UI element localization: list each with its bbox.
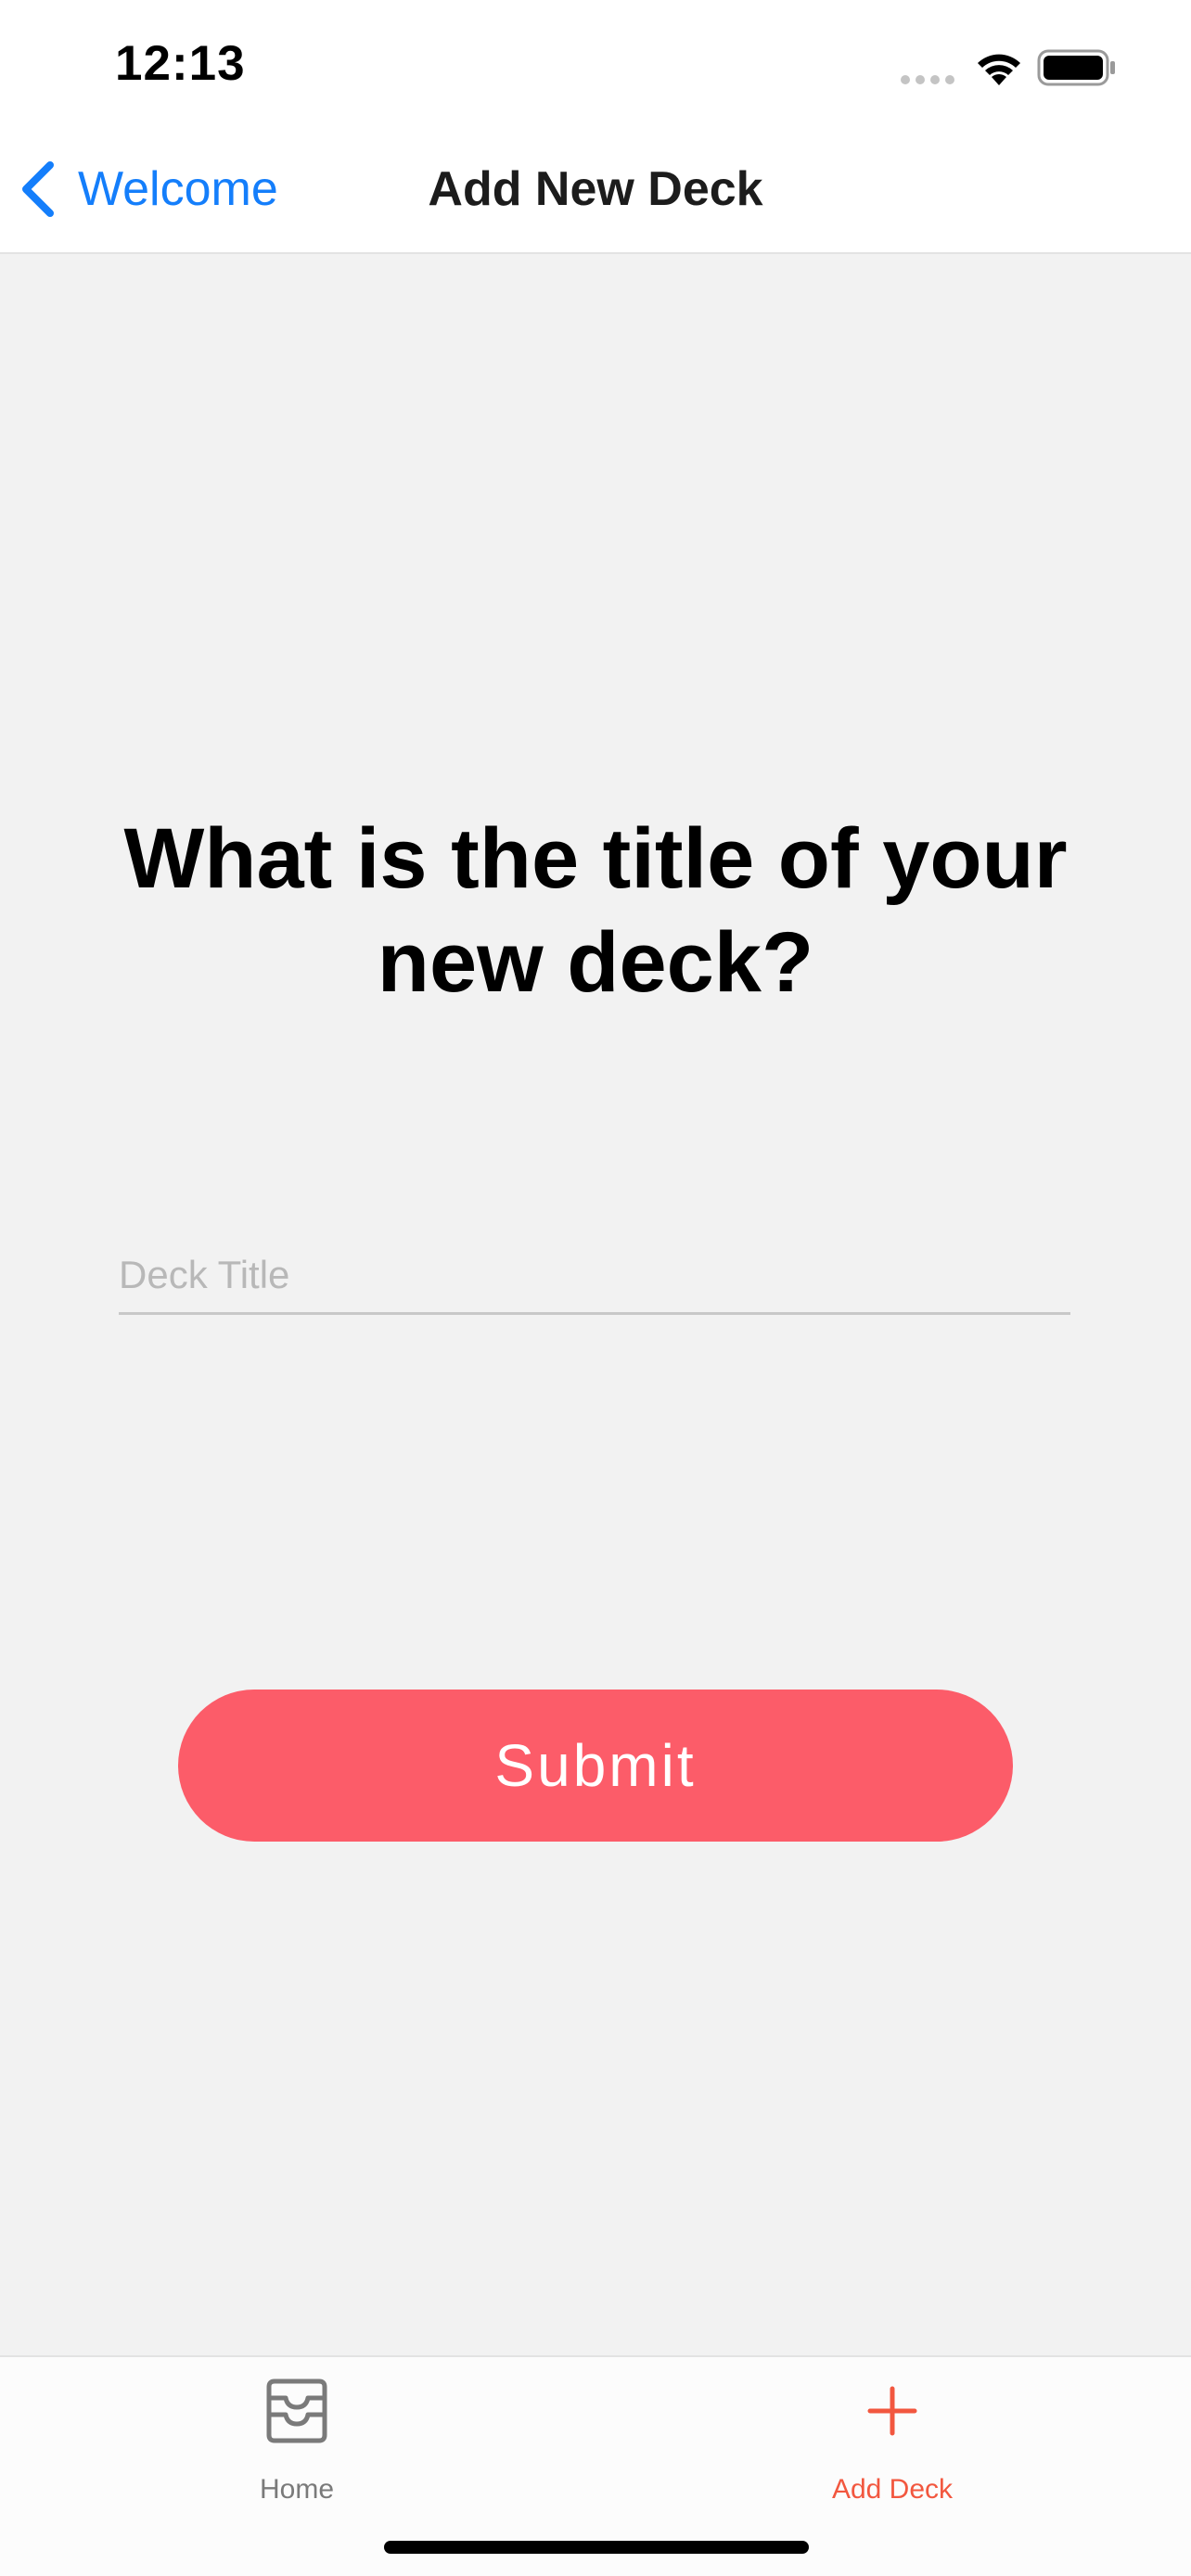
deck-title-question: What is the title of your new deck? (123, 811, 1068, 1010)
battery-icon (1037, 49, 1115, 86)
deck-title-input[interactable] (119, 1238, 1070, 1315)
tab-home[interactable]: Home (111, 2374, 482, 2531)
chevron-left-icon (22, 161, 54, 217)
navigation-bar: Add New Deck Welcome (0, 132, 1191, 254)
back-button[interactable]: Welcome (19, 156, 278, 223)
back-label: Welcome (78, 162, 278, 216)
add-deck-screen: 12:13 Add New Deck Welcome What is the t… (0, 0, 1191, 2576)
tab-home-label: Home (259, 2474, 335, 2505)
plus-icon (867, 2386, 917, 2436)
status-bar: 12:13 (0, 0, 1191, 132)
status-time: 12:13 (115, 36, 246, 91)
tab-add-deck-label: Add Deck (831, 2474, 954, 2505)
submit-button[interactable]: Submit (178, 1690, 1013, 1842)
tab-add-deck[interactable]: Add Deck (707, 2374, 1078, 2531)
inbox-icon (266, 2378, 327, 2443)
wifi-icon (978, 54, 1020, 85)
cellular-signal-icon (901, 75, 954, 84)
home-indicator (384, 2541, 809, 2554)
